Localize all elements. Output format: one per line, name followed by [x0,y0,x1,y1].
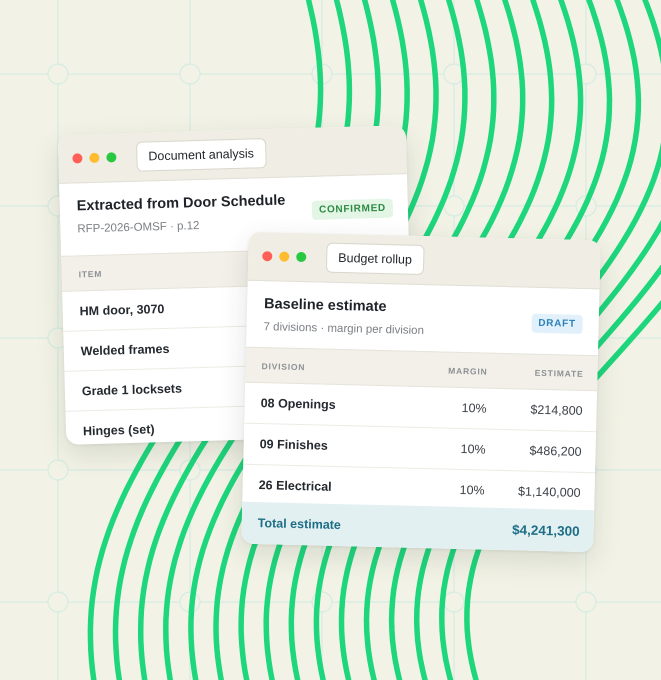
grid-node [47,591,69,613]
card-title: Extracted from Door Schedule [76,192,286,215]
maximize-window-dot[interactable] [106,152,117,163]
column-header-estimate: ESTIMATE [534,367,584,379]
minimize-window-dot[interactable] [89,152,100,164]
card-subtitle: 7 divisions · margin per division [263,321,425,338]
division-estimate: $486,200 [529,443,582,459]
division-name: 09 Finishes [259,437,328,453]
item-name: HM door, 3070 [79,302,165,319]
grid-node [179,63,201,85]
division-margin: 10% [460,441,486,457]
grid-node [47,459,69,481]
total-row: Total estimate $4,241,300 [241,501,595,553]
card-subtitle: RFP-2026-OMSF · p.12 [77,220,200,236]
division-name: 26 Electrical [258,478,332,494]
status-badge: CONFIRMED [311,198,394,220]
tab-budget-rollup[interactable]: Budget rollup [325,242,425,276]
grid-node [575,591,597,613]
item-name: Welded frames [80,341,170,359]
close-window-dot[interactable] [72,153,83,164]
maximize-window-dot[interactable] [296,251,307,263]
division-margin: 10% [459,482,485,498]
division-margin: 10% [461,400,487,416]
column-header-division: DIVISION [261,361,306,373]
close-window-dot[interactable] [262,251,273,262]
tab-document-analysis[interactable]: Document analysis [135,138,267,172]
card-header: Baseline estimate 7 divisions · margin p… [246,281,600,356]
total-label: Total estimate [257,516,342,533]
total-value: $4,241,300 [511,522,580,539]
division-estimate: $214,800 [530,402,583,418]
card-title: Baseline estimate [263,296,387,316]
window-titlebar: Budget rollup [247,231,601,290]
column-header-item: ITEM [78,268,103,280]
division-name: 08 Openings [260,396,336,412]
budget-rollup-window: Budget rollup Baseline estimate 7 divisi… [241,231,601,553]
division-estimate: $1,140,000 [517,484,581,500]
grid-node [47,63,69,85]
grid-node [443,591,465,613]
column-header-margin: MARGIN [448,365,488,377]
status-badge: DRAFT [531,313,583,334]
grid-node [443,195,465,217]
item-name: Grade 1 locksets [81,381,183,399]
item-name: Hinges (set) [82,422,155,439]
minimize-window-dot[interactable] [279,251,290,262]
